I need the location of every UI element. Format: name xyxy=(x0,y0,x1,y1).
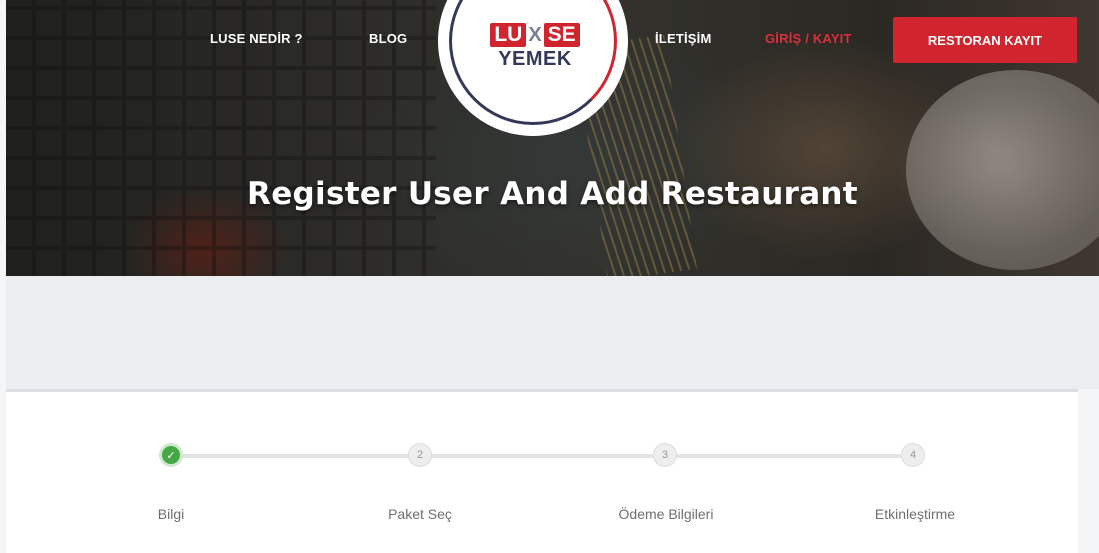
logo-se: SE xyxy=(543,23,580,47)
logo-x-icon: X xyxy=(528,24,542,46)
step-3-label: Ödeme Bilgileri xyxy=(618,506,714,522)
step-3-indicator[interactable]: 3 xyxy=(653,443,677,467)
logo-yemek: YEMEK xyxy=(498,48,572,70)
logo-lu: LU xyxy=(490,23,527,47)
wizard-panel xyxy=(6,392,1078,553)
step-2-indicator[interactable]: 2 xyxy=(408,443,432,467)
step-4-label: Etkinleştirme xyxy=(874,506,956,522)
step-1-label: Bilgi xyxy=(157,506,185,522)
restaurant-register-button[interactable]: RESTORAN KAYIT xyxy=(893,17,1077,63)
logo-wordmark: LU X SE xyxy=(490,23,580,47)
panel-gutter xyxy=(1078,392,1099,553)
nav-contact[interactable]: İLETİŞİM xyxy=(655,31,712,46)
content-spacer xyxy=(6,276,1099,389)
step-4-indicator[interactable]: 4 xyxy=(901,443,925,467)
nav-login-register[interactable]: GİRİŞ / KAYIT xyxy=(765,31,852,46)
step-2-label: Paket Seç xyxy=(388,506,452,522)
step-1-check-icon[interactable]: ✓ xyxy=(159,443,183,467)
nav-blog[interactable]: BLOG xyxy=(369,31,407,46)
wizard-progress-track xyxy=(171,454,912,458)
nav-what-is-luse[interactable]: LUSE NEDİR ? xyxy=(210,31,303,46)
page-title: Register User And Add Restaurant xyxy=(247,176,858,212)
logo[interactable]: LU X SE YEMEK xyxy=(489,23,581,77)
